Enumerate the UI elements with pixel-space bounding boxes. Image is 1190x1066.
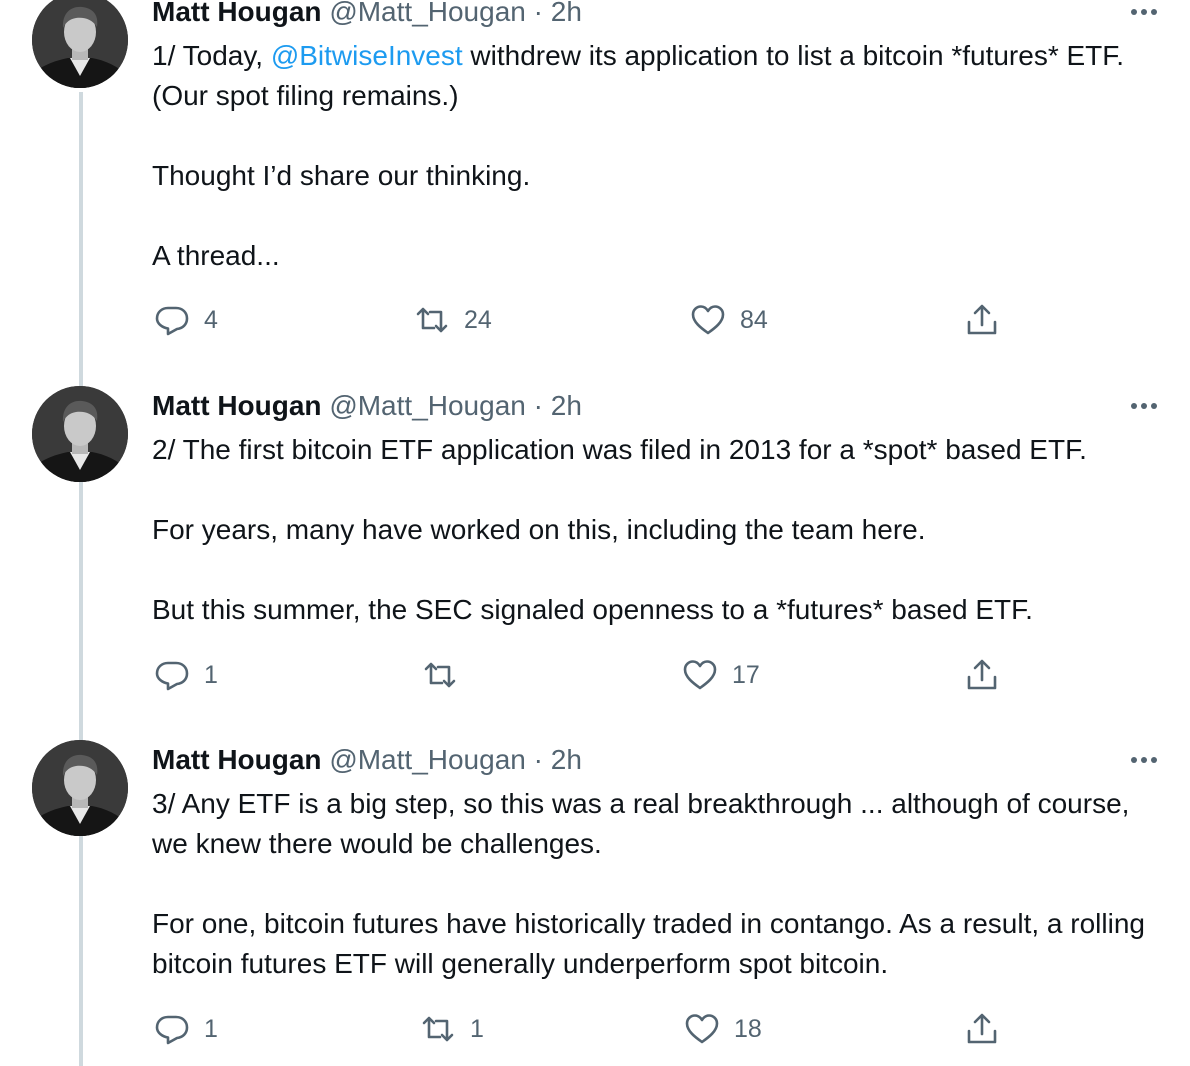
reply-button[interactable]: 4 xyxy=(154,300,218,340)
like-button[interactable]: 18 xyxy=(684,1009,762,1049)
like-count: 17 xyxy=(732,660,760,689)
retweet-icon xyxy=(422,657,458,693)
more-options-button[interactable] xyxy=(1126,0,1162,24)
mention-link[interactable]: @BitwiseInvest xyxy=(271,40,463,71)
tweet-time[interactable]: · 2h xyxy=(534,744,582,775)
retweet-count: 24 xyxy=(464,305,492,334)
more-icon xyxy=(1126,748,1162,772)
reply-icon xyxy=(154,1011,190,1047)
share-icon xyxy=(964,1011,1000,1047)
retweet-button[interactable]: 24 xyxy=(414,300,492,340)
tweet-time[interactable]: · 2h xyxy=(534,390,582,421)
author-name[interactable]: Matt Hougan xyxy=(152,390,322,421)
reply-count: 4 xyxy=(204,305,218,334)
tweet-1[interactable]: Matt Hougan @Matt_Hougan · 2h 1/ Today, … xyxy=(0,0,1190,360)
avatar[interactable] xyxy=(32,386,128,482)
author-name[interactable]: Matt Hougan xyxy=(152,0,322,27)
author-handle[interactable]: @Matt_Hougan xyxy=(329,744,526,775)
tweet-header: Matt Hougan @Matt_Hougan · 2h xyxy=(152,740,582,780)
retweet-icon xyxy=(414,302,450,338)
heart-icon xyxy=(682,657,718,693)
reply-button[interactable]: 1 xyxy=(154,655,218,695)
heart-icon xyxy=(690,302,726,338)
tweet-2[interactable]: Matt Hougan @Matt_Hougan · 2h 2/ The fir… xyxy=(0,360,1190,715)
reply-icon xyxy=(154,657,190,693)
tweet-text: 1/ Today, @BitwiseInvest withdrew its ap… xyxy=(152,36,1162,276)
more-options-button[interactable] xyxy=(1126,748,1162,772)
tweet-header: Matt Hougan @Matt_Hougan · 2h xyxy=(152,386,582,426)
reply-count: 1 xyxy=(204,660,218,689)
tweet-actions: 4 24 84 xyxy=(0,300,1190,340)
like-count: 18 xyxy=(734,1014,762,1043)
author-name[interactable]: Matt Hougan xyxy=(152,744,322,775)
share-icon xyxy=(964,302,1000,338)
reply-count: 1 xyxy=(204,1014,218,1043)
tweet-text-prefix: 1/ Today, xyxy=(152,40,271,71)
share-button[interactable] xyxy=(964,655,1000,695)
share-icon xyxy=(964,657,1000,693)
retweet-button[interactable] xyxy=(422,655,472,695)
avatar[interactable] xyxy=(32,740,128,836)
tweet-actions: 1 1 18 xyxy=(0,1009,1190,1049)
share-button[interactable] xyxy=(964,1009,1000,1049)
more-options-button[interactable] xyxy=(1126,394,1162,418)
like-button[interactable]: 84 xyxy=(690,300,768,340)
author-handle[interactable]: @Matt_Hougan xyxy=(329,390,526,421)
more-icon xyxy=(1126,394,1162,418)
retweet-count: 1 xyxy=(470,1014,484,1043)
tweet-text-suffix: withdrew its application to list a bitco… xyxy=(152,40,1125,271)
retweet-button[interactable]: 1 xyxy=(420,1009,484,1049)
avatar[interactable] xyxy=(32,0,128,88)
more-icon xyxy=(1126,0,1162,24)
tweet-time[interactable]: · 2h xyxy=(534,0,582,27)
author-handle[interactable]: @Matt_Hougan xyxy=(329,0,526,27)
like-button[interactable]: 17 xyxy=(682,655,760,695)
tweet-text: 2/ The first bitcoin ETF application was… xyxy=(152,434,1087,625)
reply-icon xyxy=(154,302,190,338)
tweet-3[interactable]: Matt Hougan @Matt_Hougan · 2h 3/ Any ETF… xyxy=(0,715,1190,1066)
tweet-text: 3/ Any ETF is a big step, so this was a … xyxy=(152,788,1145,979)
like-count: 84 xyxy=(740,305,768,334)
tweet-actions: 1 17 xyxy=(0,655,1190,695)
heart-icon xyxy=(684,1011,720,1047)
tweet-header: Matt Hougan @Matt_Hougan · 2h xyxy=(152,0,582,32)
reply-button[interactable]: 1 xyxy=(154,1009,218,1049)
retweet-icon xyxy=(420,1011,456,1047)
share-button[interactable] xyxy=(964,300,1000,340)
